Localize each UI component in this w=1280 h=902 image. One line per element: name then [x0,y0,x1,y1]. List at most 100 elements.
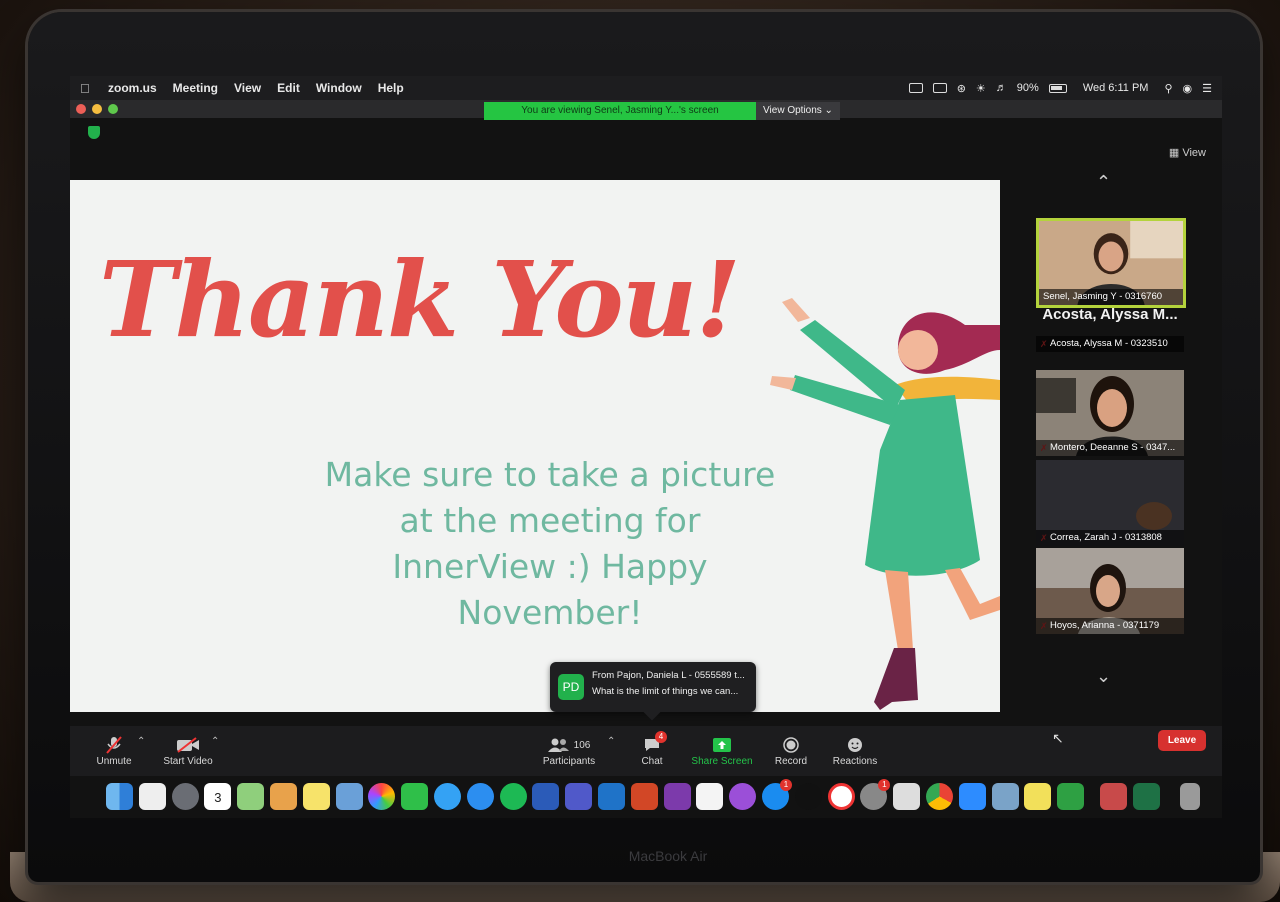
apple-icon[interactable]:  [80,81,94,96]
screenshot-icon[interactable] [893,782,921,810]
record-button[interactable]: Record [770,734,812,767]
view-options-button[interactable]: View Options ⌄ [756,102,840,120]
dancing-woman-illustration [770,298,1000,710]
teams-icon[interactable] [565,782,593,810]
share-screen-icon [686,734,758,756]
trash-icon[interactable] [1179,782,1200,810]
menu-window[interactable]: Window [316,81,362,95]
launchpad-icon[interactable] [171,782,199,810]
participants-options-chevron-icon[interactable]: ⌃ [607,736,615,747]
recent-items-icon[interactable] [1099,782,1127,810]
news-icon[interactable] [827,782,855,810]
chat-notification-message: What is the limit of things we can... [592,686,739,697]
battery-icon[interactable] [1048,83,1067,93]
sketchup-icon[interactable] [1057,782,1085,810]
bluetooth-icon[interactable]: ⊛ [957,82,966,95]
menu-app[interactable]: zoom.us [108,81,157,95]
viewing-screen-banner: You are viewing Senel, Jasming Y...'s sc… [484,102,756,120]
video-options-chevron-icon[interactable]: ⌃ [211,736,219,747]
participants-label: Participants [542,756,596,767]
window-titlebar: You are viewing Senel, Jasming Y...'s sc… [70,100,1222,120]
calendar-icon[interactable]: 3 [204,782,232,810]
chat-label: Chat [641,756,663,767]
apple-tv-icon[interactable] [794,782,822,810]
menu-meeting[interactable]: Meeting [173,81,218,95]
outlook-icon[interactable] [597,782,625,810]
finder-icon[interactable] [106,782,133,810]
unmute-button[interactable]: Unmute [90,734,138,767]
word-icon[interactable] [532,782,560,810]
system-preferences-icon[interactable]: 1 [860,778,891,810]
menu-help[interactable]: Help [378,81,404,95]
preview-icon[interactable] [335,782,363,810]
audio-options-chevron-icon[interactable]: ⌃ [137,736,145,747]
clock[interactable]: Wed 6:11 PM [1083,82,1149,94]
siri-icon[interactable]: ◉ [1183,82,1193,95]
participants-icon [547,738,569,752]
view-layout-button[interactable]: ▦ View [1169,146,1206,159]
app-store-icon[interactable]: 1 [761,778,792,810]
podcasts-icon[interactable] [729,782,757,810]
stickies-icon[interactable] [1024,782,1052,810]
minimize-window-button[interactable] [92,104,102,114]
safari-icon[interactable] [466,782,494,810]
scroll-down-chevron-icon[interactable]: ⌄ [1096,666,1111,687]
onenote-icon[interactable] [663,782,691,810]
encryption-shield-icon[interactable] [88,126,100,139]
chat-notification[interactable]: PD From Pajon, Daniela L - 0555589 t... … [550,662,756,721]
control-center-icon[interactable]: ☰ [1202,82,1212,95]
volume-icon[interactable]: ♬ [996,82,1007,94]
powerpoint-icon[interactable] [630,782,658,810]
participant-tile[interactable]: ✗ Acosta, Alyssa M - 0323510 [1036,332,1184,352]
zoom-status-icon[interactable] [908,83,923,93]
start-video-label: Start Video [163,756,213,767]
reactions-label: Reactions [832,756,878,767]
close-window-button[interactable] [76,104,86,114]
excel-icon[interactable] [1132,782,1160,810]
record-label: Record [774,756,808,767]
share-screen-button[interactable]: Share Screen [686,734,758,767]
airplay-icon[interactable] [932,83,947,93]
slide-message-line: InnerView :) Happy [392,547,708,586]
battery-percent: 90% [1016,82,1039,94]
music-icon[interactable] [696,782,724,810]
screen:  zoom.us Meeting View Edit Window Help … [70,76,1222,818]
participant-tile-active[interactable]: Senel, Jasming Y - 0316760 [1036,218,1186,308]
participant-name: Montero, Deeanne S - 0347... [1036,440,1184,456]
meeting-toolbar: Unmute ⌃ Start Video ⌃ 106 Participants … [70,726,1222,776]
record-icon [770,734,812,756]
chat-button[interactable]: 4 Chat [633,731,671,767]
contacts-icon[interactable] [138,782,166,810]
photos-icon[interactable] [368,782,396,810]
participants-icon-row: 106 [536,734,602,756]
participant-tile[interactable]: ✗ Correa, Zarah J - 0313808 [1036,460,1184,546]
system-preferences-badge: 1 [878,778,891,791]
photo-booth-icon[interactable] [991,782,1019,810]
zoom-icon[interactable] [958,782,986,810]
participant-tile[interactable]: ✗ Hoyos, Arianna - 0371179 [1036,548,1184,634]
participants-button[interactable]: 106 Participants [536,734,602,767]
view-layout-label: View [1182,147,1206,159]
spotify-icon[interactable] [499,782,527,810]
notes-folder-icon[interactable] [269,782,297,810]
menu-edit[interactable]: Edit [277,81,300,95]
video-off-icon [158,734,218,756]
leave-button[interactable]: Leave [1158,730,1206,751]
start-video-button[interactable]: Start Video [158,734,218,767]
facetime-icon[interactable] [401,782,429,810]
notes-icon[interactable] [302,782,330,810]
grid-icon: ▦ [1168,147,1183,159]
slide-message-line: November! [457,593,643,632]
mouse-cursor-icon: ↖ [1052,730,1064,746]
reactions-button[interactable]: Reactions [830,734,880,767]
maps-icon[interactable] [237,782,265,810]
scroll-up-chevron-icon[interactable]: ⌃ [1096,172,1111,193]
chrome-icon[interactable] [925,782,953,810]
menu-view[interactable]: View [234,81,261,95]
wifi-icon[interactable]: ☀ [976,82,986,95]
zoom-window-button[interactable] [108,104,118,114]
participant-tile[interactable]: ✗ Montero, Deeanne S - 0347... [1036,370,1184,456]
participant-name: Hoyos, Arianna - 0371179 [1036,618,1184,634]
spotlight-icon[interactable]: ⚲ [1164,82,1172,95]
messages-icon[interactable] [433,782,461,810]
